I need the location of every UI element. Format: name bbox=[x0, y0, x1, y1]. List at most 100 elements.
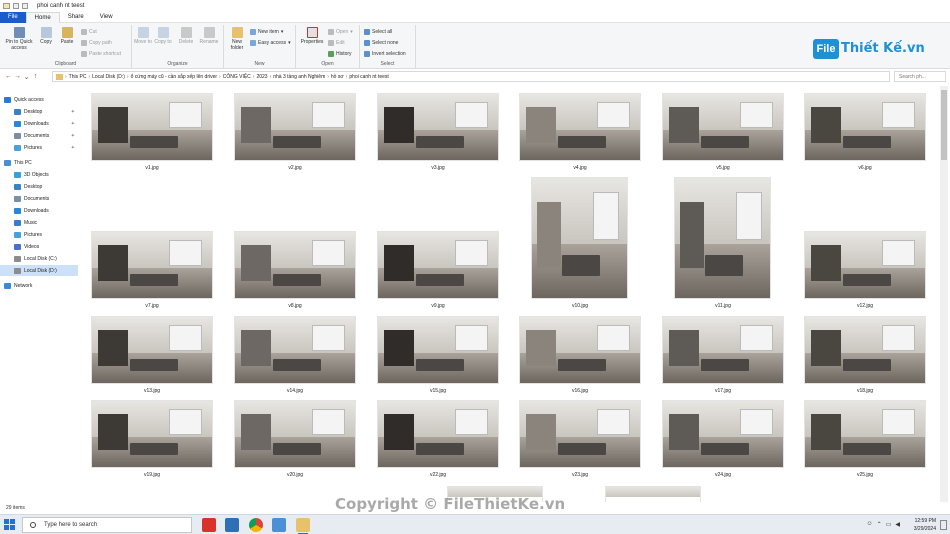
file-name-label[interactable]: v25.jpg bbox=[804, 472, 926, 478]
image-thumbnail[interactable] bbox=[377, 231, 499, 299]
store-app-icon[interactable] bbox=[225, 518, 239, 532]
forward-arrow-icon[interactable]: → bbox=[13, 73, 22, 80]
image-thumbnail[interactable] bbox=[377, 400, 499, 468]
cut-button[interactable]: Cut bbox=[81, 29, 97, 35]
crumb-this-pc[interactable]: This PC bbox=[69, 74, 87, 80]
recent-chevron-icon[interactable]: ⌄ bbox=[22, 73, 31, 81]
rename-button[interactable]: Rename bbox=[198, 27, 220, 45]
nav-local-disk-d[interactable]: Local Disk (D:) bbox=[0, 265, 78, 276]
tab-file[interactable]: File bbox=[0, 12, 26, 23]
file-name-label[interactable]: v14.jpg bbox=[234, 388, 356, 394]
image-thumbnail[interactable] bbox=[91, 400, 213, 468]
image-thumbnail[interactable] bbox=[605, 486, 701, 502]
nav-videos[interactable]: Videos bbox=[0, 241, 78, 252]
image-thumbnail[interactable] bbox=[234, 231, 356, 299]
tab-share[interactable]: Share bbox=[60, 12, 92, 23]
image-thumbnail[interactable] bbox=[519, 316, 641, 384]
image-thumbnail[interactable] bbox=[91, 231, 213, 299]
nav-this-pc[interactable]: This PC bbox=[0, 157, 78, 168]
file-name-label[interactable]: v5.jpg bbox=[662, 165, 784, 171]
image-thumbnail[interactable] bbox=[234, 316, 356, 384]
nav-quick-access[interactable]: Quick access bbox=[0, 94, 78, 105]
properties-icon[interactable] bbox=[13, 3, 19, 9]
nav-local-disk-c[interactable]: Local Disk (C:) bbox=[0, 253, 78, 264]
crumb-ho-so[interactable]: hồ sơ bbox=[331, 74, 344, 80]
nav-downloads[interactable]: Downloads bbox=[0, 205, 78, 216]
new-folder-button[interactable]: New folder bbox=[227, 27, 247, 51]
image-thumbnail[interactable] bbox=[91, 93, 213, 161]
crumb-old-drive[interactable]: ổ cứng máy cũ - cần sắp xếp lên driver bbox=[131, 74, 217, 80]
crumb-current-folder[interactable]: phoi canh nt teest bbox=[349, 74, 388, 80]
new-item-button[interactable]: New item ▾ bbox=[250, 29, 283, 35]
file-name-label[interactable]: v6.jpg bbox=[804, 165, 926, 171]
new-folder-quick-icon[interactable] bbox=[22, 3, 28, 9]
file-name-label[interactable]: v3.jpg bbox=[377, 165, 499, 171]
file-name-label[interactable]: v23.jpg bbox=[519, 472, 641, 478]
image-thumbnail[interactable] bbox=[804, 316, 926, 384]
paste-button[interactable]: Paste bbox=[57, 27, 77, 45]
tab-home[interactable]: Home bbox=[25, 12, 60, 23]
nav-pictures-pinned[interactable]: Pictures ✦ bbox=[0, 142, 78, 153]
image-thumbnail[interactable] bbox=[804, 231, 926, 299]
app-icon[interactable] bbox=[272, 518, 286, 532]
image-thumbnail[interactable] bbox=[377, 93, 499, 161]
nav-documents-pinned[interactable]: Documents ✦ bbox=[0, 130, 78, 141]
taskbar-search-input[interactable]: Type here to search bbox=[22, 517, 192, 533]
image-thumbnail[interactable] bbox=[531, 177, 628, 299]
file-name-label[interactable]: v9.jpg bbox=[377, 303, 499, 309]
copy-to-button[interactable]: Copy to bbox=[154, 27, 172, 45]
file-name-label[interactable]: v13.jpg bbox=[91, 388, 213, 394]
file-name-label[interactable]: v12.jpg bbox=[804, 303, 926, 309]
file-name-label[interactable]: v7.jpg bbox=[91, 303, 213, 309]
copy-path-button[interactable]: Copy path bbox=[81, 40, 112, 46]
nav-pictures[interactable]: Pictures bbox=[0, 229, 78, 240]
pin-quick-access-button[interactable]: Pin to Quick access bbox=[3, 27, 35, 51]
search-input[interactable]: Search ph... bbox=[894, 71, 946, 82]
easy-access-button[interactable]: Easy access ▾ bbox=[250, 40, 291, 46]
nav-music[interactable]: Music bbox=[0, 217, 78, 228]
crumb-2023[interactable]: 2023 bbox=[256, 74, 267, 80]
image-thumbnail[interactable] bbox=[804, 93, 926, 161]
image-thumbnail[interactable] bbox=[674, 177, 771, 299]
image-thumbnail[interactable] bbox=[234, 400, 356, 468]
file-name-label[interactable]: v19.jpg bbox=[91, 472, 213, 478]
image-thumbnail[interactable] bbox=[234, 93, 356, 161]
image-thumbnail[interactable] bbox=[804, 400, 926, 468]
people-icon[interactable]: ☺ bbox=[867, 521, 873, 528]
notification-icon[interactable] bbox=[940, 520, 947, 530]
file-name-label[interactable]: v17.jpg bbox=[662, 388, 784, 394]
volume-icon[interactable]: ◀ bbox=[895, 521, 900, 528]
file-name-label[interactable]: v4.jpg bbox=[519, 165, 641, 171]
crumb-nha-3-tang[interactable]: nhà 3 tầng anh Nghiêm bbox=[273, 74, 325, 80]
nav-downloads-pinned[interactable]: Downloads ✦ bbox=[0, 118, 78, 129]
tab-view[interactable]: View bbox=[92, 12, 121, 23]
image-thumbnail[interactable] bbox=[519, 93, 641, 161]
file-name-label[interactable]: v2.jpg bbox=[234, 165, 356, 171]
file-name-label[interactable]: v24.jpg bbox=[662, 472, 784, 478]
history-button[interactable]: History bbox=[328, 51, 352, 57]
move-to-button[interactable]: Move to bbox=[134, 27, 152, 45]
file-explorer-taskbar-icon[interactable] bbox=[296, 518, 310, 534]
open-button[interactable]: Open ▾ bbox=[328, 29, 353, 35]
properties-button[interactable]: Properties bbox=[298, 27, 326, 45]
crumb-cong-viec[interactable]: CÔNG VIỆC bbox=[223, 74, 251, 80]
nav-network[interactable]: Network bbox=[0, 280, 78, 291]
network-tray-icon[interactable]: ▭ bbox=[886, 521, 892, 528]
up-arrow-icon[interactable]: ↑ bbox=[31, 73, 40, 80]
delete-button[interactable]: Delete bbox=[176, 27, 196, 45]
copy-button[interactable]: Copy bbox=[37, 27, 55, 45]
nav-desktop[interactable]: Desktop bbox=[0, 181, 78, 192]
image-thumbnail[interactable] bbox=[662, 316, 784, 384]
file-name-label[interactable]: v22.jpg bbox=[377, 472, 499, 478]
image-thumbnail[interactable] bbox=[662, 400, 784, 468]
file-name-label[interactable]: v8.jpg bbox=[234, 303, 356, 309]
file-name-label[interactable]: v10.jpg bbox=[519, 303, 641, 309]
nav-documents[interactable]: Documents bbox=[0, 193, 78, 204]
paste-shortcut-button[interactable]: Paste shortcut bbox=[81, 51, 121, 57]
nav-desktop-pinned[interactable]: Desktop ✦ bbox=[0, 106, 78, 117]
back-arrow-icon[interactable]: ← bbox=[4, 73, 13, 80]
crumb-local-disk-d[interactable]: Local Disk (D:) bbox=[92, 74, 125, 80]
breadcrumb[interactable]: › This PC › Local Disk (D:) › ổ cứng máy c… bbox=[52, 71, 890, 82]
file-name-label[interactable]: v18.jpg bbox=[804, 388, 926, 394]
image-thumbnail[interactable] bbox=[377, 316, 499, 384]
